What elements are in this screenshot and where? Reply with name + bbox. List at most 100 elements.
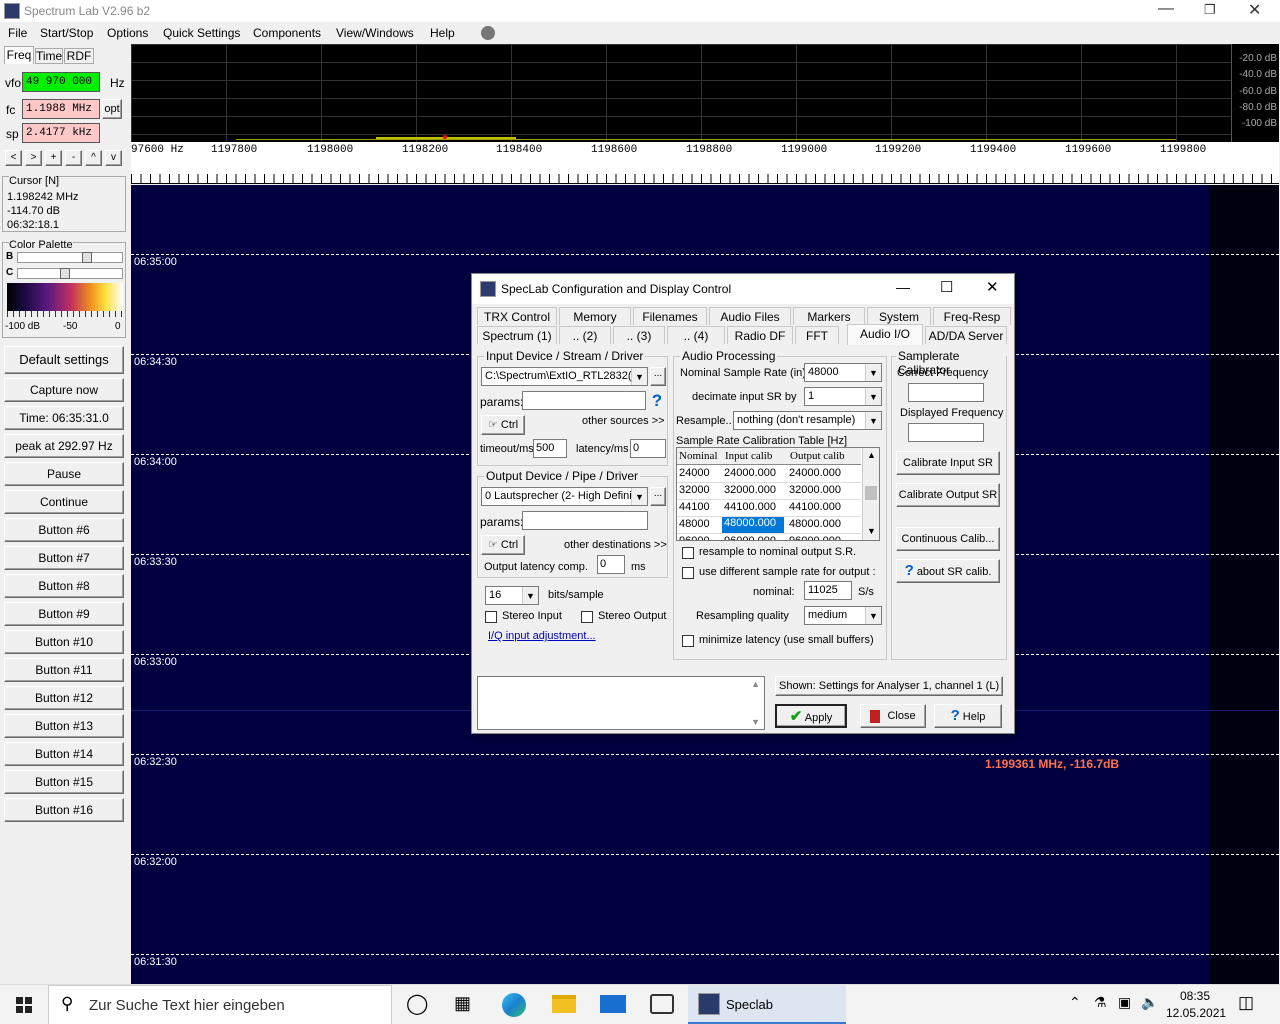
edge-icon[interactable] — [502, 993, 526, 1017]
input-device-browse-button[interactable]: ... — [650, 367, 666, 386]
menu-options[interactable]: Options — [107, 26, 148, 40]
menu-file[interactable]: File — [8, 26, 27, 40]
scroll-up-icon[interactable]: ▲ — [867, 450, 876, 460]
time-display-button[interactable]: Time: 06:35:31.0 — [4, 406, 124, 430]
menu-quick-settings[interactable]: Quick Settings — [163, 26, 240, 40]
table-row[interactable]: 32000 32000.000 32000.000 — [677, 483, 861, 500]
output-params-field[interactable] — [522, 511, 648, 530]
calibration-table[interactable]: Nominal Input calib Output calib 24000 24… — [676, 447, 880, 541]
output-device-browse-button[interactable]: ... — [650, 487, 666, 506]
zoom-out-button[interactable]: - — [65, 150, 82, 166]
scroll-down-icon[interactable]: ▼ — [867, 526, 876, 536]
input-device-combo[interactable]: C:\Spectrum\ExtIO_RTL2832(1 ▼ — [481, 367, 648, 386]
iq-adjust-link[interactable]: I/Q input adjustment... — [488, 630, 596, 642]
tab-system[interactable]: System — [867, 307, 931, 325]
chevron-down-icon[interactable]: ▼ — [522, 587, 538, 604]
output-latency-field[interactable]: 0 — [597, 555, 625, 574]
dialog-minimize-icon[interactable]: — — [896, 279, 910, 295]
nominal-sr-combo[interactable]: 48000 ▼ — [804, 363, 882, 382]
button-10[interactable]: Button #10 — [4, 630, 124, 654]
nav-right-button[interactable]: > — [25, 150, 42, 166]
message-scroll-down-icon[interactable]: ▼ — [751, 717, 760, 727]
taskbar-search-box[interactable]: ⚲ Zur Suche Text hier eingeben — [48, 985, 392, 1024]
menu-start-stop[interactable]: Start/Stop — [40, 26, 93, 40]
button-7[interactable]: Button #7 — [4, 546, 124, 570]
tab-spectrum-4[interactable]: .. (4) — [667, 326, 725, 344]
close-button[interactable]: Close — [860, 704, 926, 728]
button-12[interactable]: Button #12 — [4, 686, 124, 710]
button-16[interactable]: Button #16 — [4, 798, 124, 822]
chevron-down-icon[interactable]: ▼ — [865, 412, 881, 429]
input-params-field[interactable] — [522, 391, 646, 410]
chevron-down-icon[interactable]: ▼ — [631, 488, 647, 505]
continuous-calib-button[interactable]: Continuous Calib... — [896, 527, 1000, 551]
displayed-freq-field[interactable] — [908, 423, 984, 442]
latency-field[interactable]: 0 — [630, 439, 666, 458]
vfo-field[interactable]: 49 970 000 — [22, 72, 100, 92]
tab-fft[interactable]: FFT — [795, 326, 839, 344]
scroll-thumb[interactable] — [865, 486, 877, 500]
nav-left-button[interactable]: < — [5, 150, 22, 166]
tab-memory[interactable]: Memory — [559, 307, 631, 325]
contrast-slider[interactable] — [17, 268, 123, 279]
nav-up-button[interactable]: ^ — [85, 150, 102, 166]
min-latency-checkbox[interactable] — [682, 635, 694, 647]
tray-chevron-icon[interactable]: ⌃ — [1069, 994, 1081, 1011]
help-button[interactable]: ? Help — [934, 704, 1002, 728]
tab-rdf[interactable]: RDF — [64, 48, 94, 64]
restore-icon[interactable]: ❐ — [1204, 2, 1216, 18]
opt-button[interactable]: opt — [102, 99, 122, 119]
fc-field[interactable]: 1.1988 MHz — [22, 99, 100, 119]
chevron-down-icon[interactable]: ▼ — [865, 388, 881, 405]
button-15[interactable]: Button #15 — [4, 770, 124, 794]
calibrate-input-button[interactable]: Calibrate Input SR — [896, 451, 1000, 475]
sp-field[interactable]: 2.4177 kHz — [22, 123, 100, 143]
capture-icon[interactable] — [650, 994, 674, 1014]
brightness-thumb[interactable] — [82, 252, 92, 263]
tab-audio-io[interactable]: Audio I/O — [847, 324, 923, 345]
chevron-down-icon[interactable]: ▼ — [865, 607, 881, 624]
capture-now-button[interactable]: Capture now — [4, 378, 124, 402]
network-icon[interactable]: ▣ — [1118, 994, 1131, 1011]
button-11[interactable]: Button #11 — [4, 658, 124, 682]
decimate-combo[interactable]: 1 ▼ — [804, 387, 882, 406]
tab-freq[interactable]: Freq — [4, 46, 34, 64]
minimize-icon[interactable]: — — [1158, 0, 1174, 18]
tab-markers[interactable]: Markers — [793, 307, 865, 325]
menu-components[interactable]: Components — [253, 26, 321, 40]
taskbar-speclab[interactable]: Speclab — [688, 985, 846, 1024]
dialog-maximize-icon[interactable]: ☐ — [940, 278, 953, 296]
about-sr-calib-button[interactable]: ? about SR calib. — [896, 559, 1000, 583]
button-8[interactable]: Button #8 — [4, 574, 124, 598]
chevron-down-icon[interactable]: ▼ — [631, 368, 647, 385]
menu-help[interactable]: Help — [430, 26, 455, 40]
output-device-combo[interactable]: 0 Lautsprecher (2- High Defini ▼ — [481, 487, 648, 506]
tab-trx-control[interactable]: TRX Control — [477, 307, 557, 325]
calibrate-output-button[interactable]: Calibrate Output SR — [896, 483, 1000, 507]
record-icon[interactable] — [481, 26, 495, 40]
other-sources-link[interactable]: other sources >> — [582, 415, 665, 427]
contrast-thumb[interactable] — [60, 268, 70, 279]
use-different-sr-checkbox[interactable] — [682, 567, 694, 579]
question-icon[interactable]: ? — [648, 391, 666, 410]
other-destinations-link[interactable]: other destinations >> — [564, 539, 667, 551]
nominal-output-field[interactable]: 11025 — [804, 581, 852, 600]
task-view-icon[interactable]: ▦ — [454, 993, 471, 1014]
tab-spectrum-1[interactable]: Spectrum (1) — [477, 326, 557, 344]
tab-time[interactable]: Time — [35, 48, 63, 64]
timeout-field[interactable]: 500 — [533, 439, 567, 458]
message-scroll-up-icon[interactable]: ▲ — [751, 679, 760, 689]
message-area[interactable]: ▲ ▼ — [477, 676, 765, 730]
resample-combo[interactable]: nothing (don't resample) ▼ — [733, 411, 882, 430]
volume-icon[interactable]: 🔈 — [1141, 994, 1158, 1011]
mail-icon[interactable] — [600, 995, 626, 1013]
zoom-in-button[interactable]: + — [45, 150, 62, 166]
brightness-slider[interactable] — [17, 252, 123, 263]
apply-button[interactable]: ✔ Apply — [775, 704, 847, 728]
tab-radio-df[interactable]: Radio DF — [727, 326, 793, 344]
default-settings-button[interactable]: Default settings — [4, 346, 124, 374]
close-icon[interactable]: ✕ — [1248, 0, 1261, 20]
table-row[interactable]: 96000 96000.000 96000.000 — [677, 534, 861, 540]
button-14[interactable]: Button #14 — [4, 742, 124, 766]
nav-down-button[interactable]: v — [105, 150, 122, 166]
